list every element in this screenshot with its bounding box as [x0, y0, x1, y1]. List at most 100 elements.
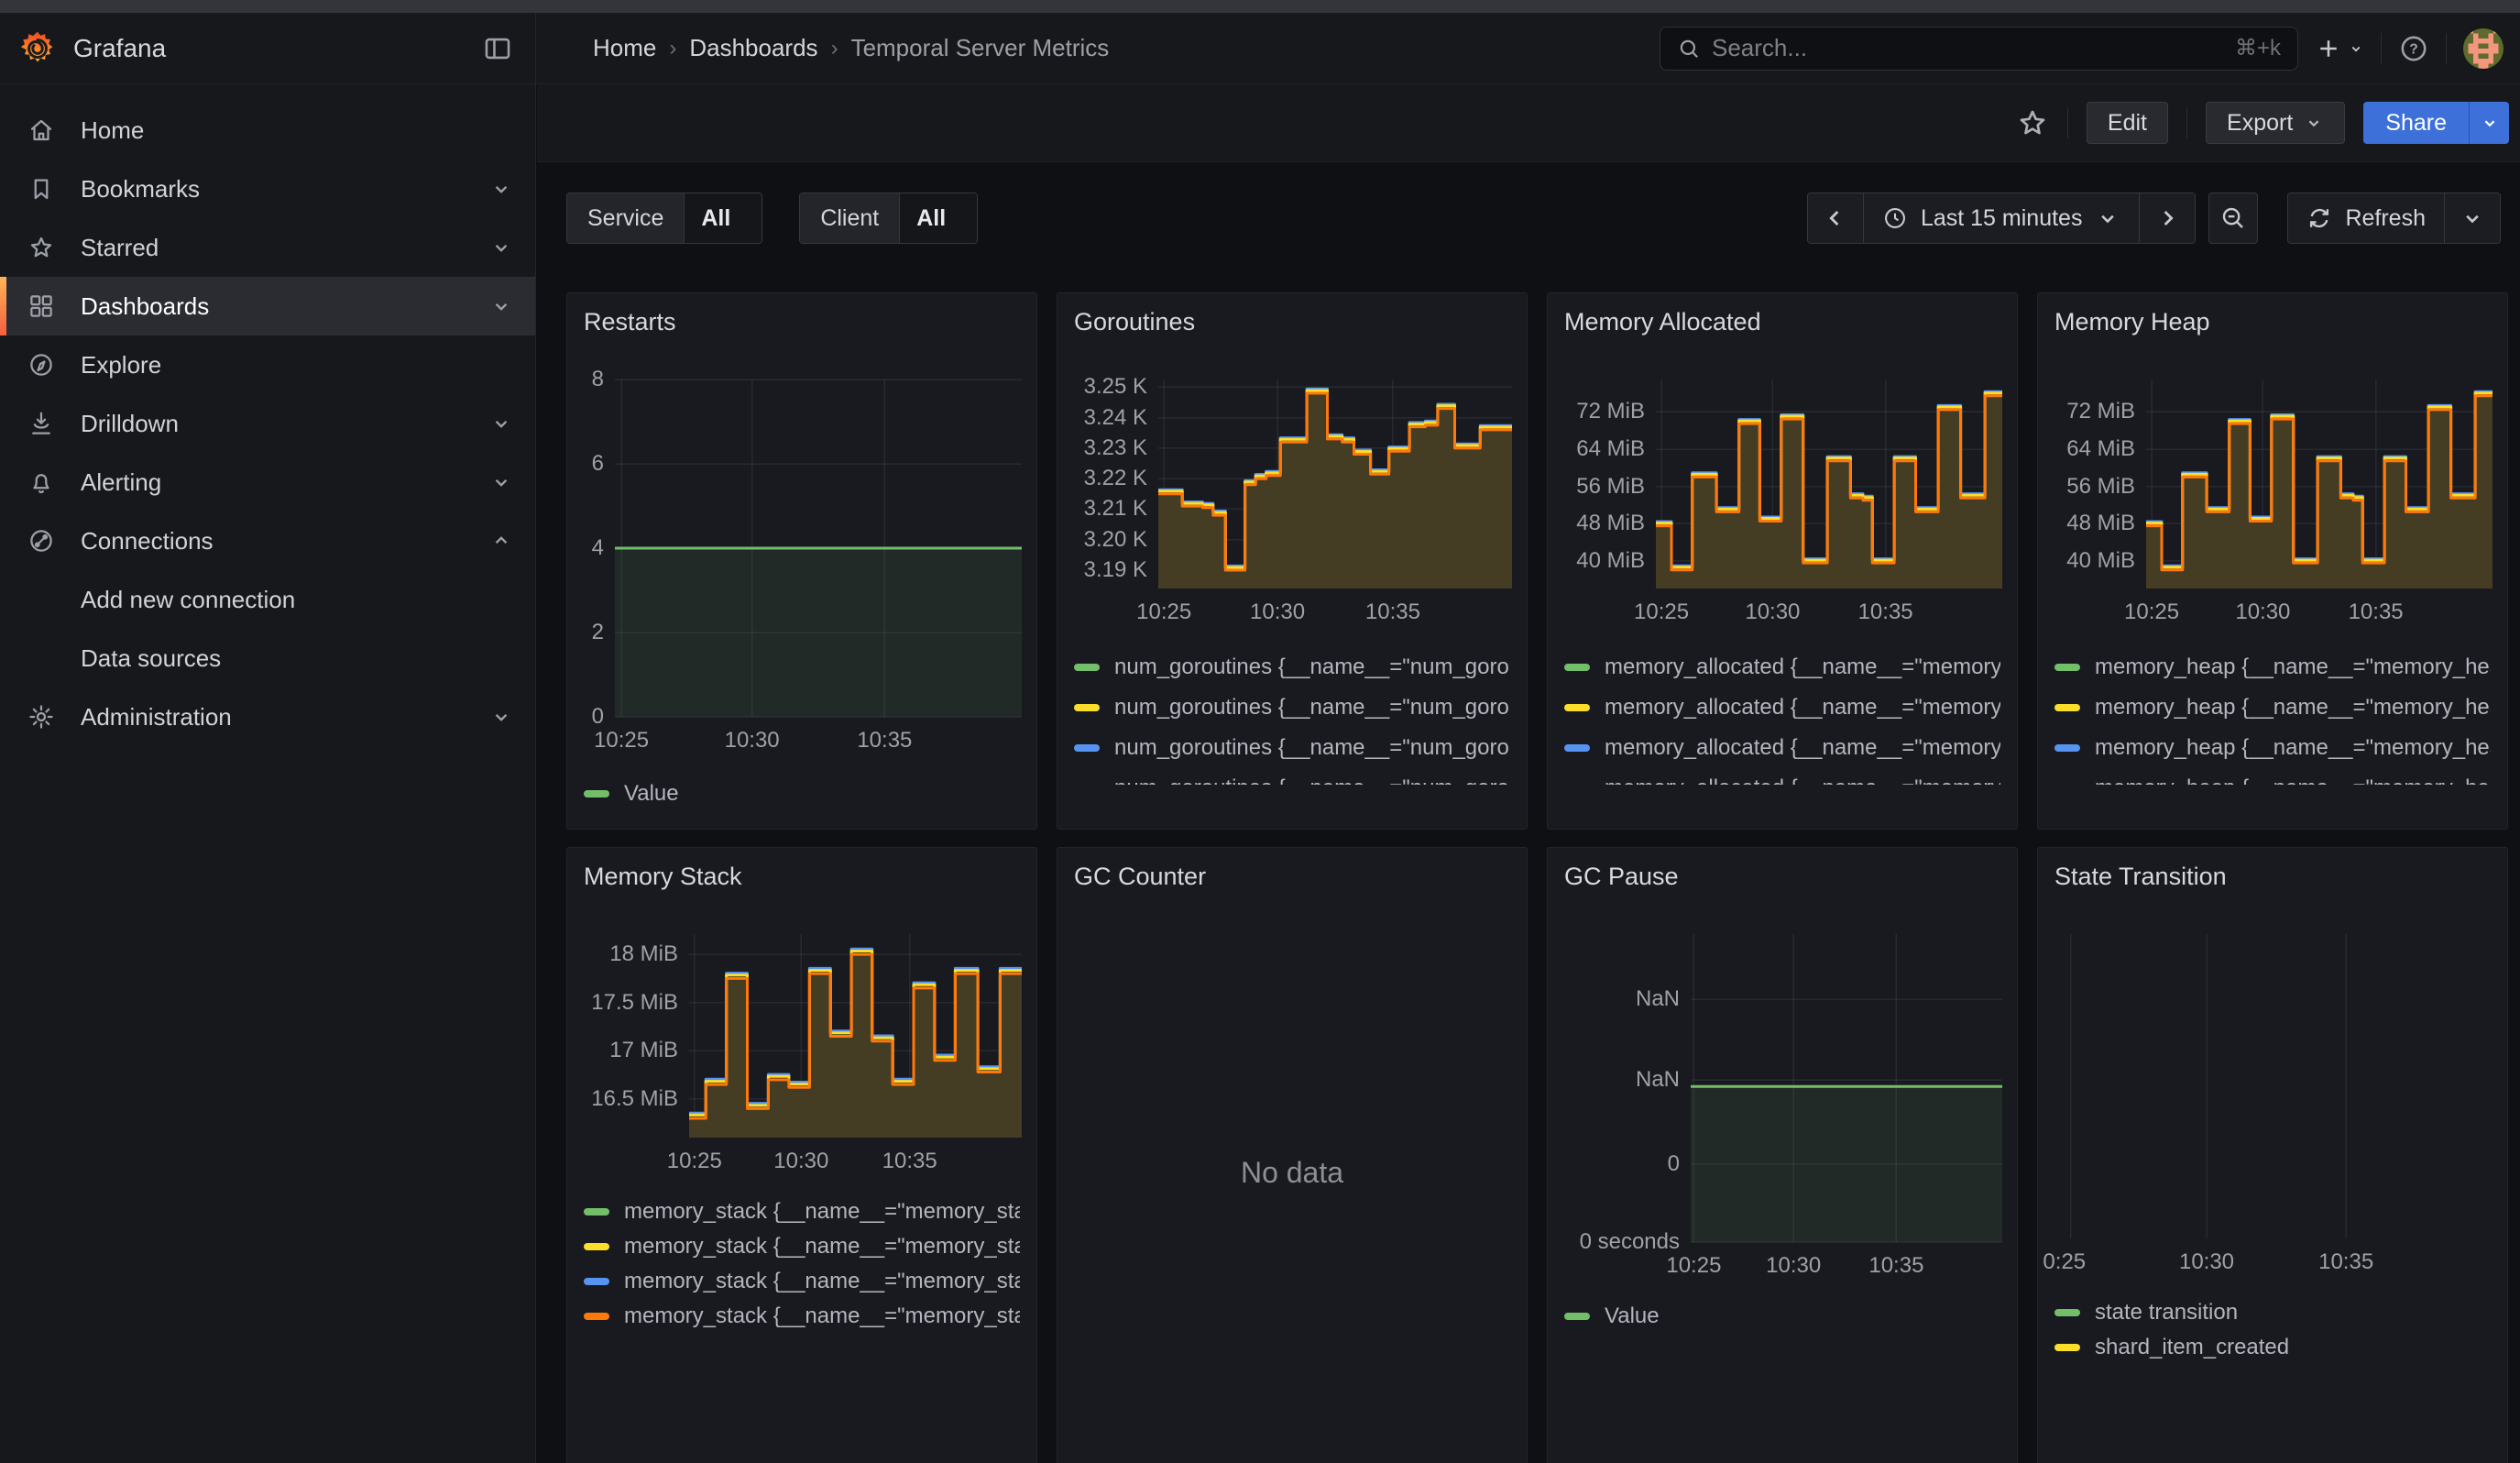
panel-title[interactable]: GC Counter — [1074, 861, 1510, 892]
sidebar-item-add-new-connection[interactable]: Add new connection — [0, 570, 535, 629]
zoom-out-button[interactable] — [2208, 192, 2258, 244]
time-range-picker[interactable]: Last 15 minutes — [1863, 193, 2140, 243]
panel-title[interactable]: Restarts — [584, 306, 1020, 337]
chevron-down-icon — [489, 412, 513, 435]
sidebar-item-label: Data sources — [81, 644, 513, 673]
legend-item[interactable]: memory_stack {__name__="memory_stack", o… — [584, 1229, 1020, 1264]
panel-title[interactable]: State Transition — [2054, 861, 2491, 892]
collapse-sidebar-icon[interactable] — [482, 33, 513, 64]
search-input[interactable]: Search... ⌘+k — [1660, 27, 2298, 71]
chart-plot[interactable] — [689, 934, 1022, 1138]
legend-item[interactable]: num_goroutines {__name__="num_goroutines… — [1074, 688, 1510, 728]
legend-item[interactable]: shard_item_created — [2054, 1330, 2491, 1365]
sidebar-item-data-sources[interactable]: Data sources — [0, 629, 535, 688]
panel-title[interactable]: Goroutines — [1074, 306, 1510, 337]
panel-title[interactable]: Memory Stack — [584, 861, 1020, 892]
y-axis-tick-label: 17.5 MiB — [584, 990, 678, 1016]
refresh-interval-dropdown[interactable] — [2444, 193, 2500, 243]
sidebar-item-connections[interactable]: Connections — [0, 512, 535, 570]
panel-state-transition: State Transition 0:2510:3010:35 state tran… — [2037, 847, 2508, 1463]
star-dashboard-icon[interactable] — [2016, 106, 2049, 139]
chart-plot[interactable] — [1691, 934, 2002, 1242]
help-button[interactable]: ? — [2398, 33, 2429, 64]
chart-plot[interactable] — [1656, 380, 2002, 588]
sidebar-item-label: Dashboards — [81, 292, 489, 321]
legend-series-label: memory_heap {__name__="memory_heap", ote… — [2095, 735, 2491, 761]
sidebar-item-bookmarks[interactable]: Bookmarks — [0, 160, 535, 218]
variable-value[interactable]: All — [684, 193, 761, 243]
legend-series-label: num_goroutines {__name__="num_goroutines… — [1114, 654, 1510, 680]
chart-area[interactable]: 0:2510:3010:35 — [2038, 934, 2507, 1279]
breadcrumb-item[interactable]: Dashboards — [689, 34, 817, 62]
legend-item[interactable]: memory_allocated {__name__="memory_alloc… — [1564, 728, 2000, 768]
chart-plot[interactable] — [1158, 380, 1512, 588]
legend-item[interactable]: num_goroutines {__name__="num_goroutines… — [1074, 728, 1510, 768]
legend-item[interactable]: memory_allocated {__name__="memory_alloc… — [1564, 768, 2000, 785]
legend-item[interactable]: Value — [584, 774, 1020, 814]
user-avatar[interactable] — [2463, 28, 2504, 69]
chart-area[interactable]: 8642010:2510:3010:35 — [584, 380, 1020, 757]
export-button[interactable]: Export — [2206, 102, 2345, 144]
chart-plot[interactable] — [2146, 380, 2493, 588]
breadcrumb-item[interactable]: Home — [593, 34, 656, 62]
chart-plot[interactable] — [615, 380, 1022, 717]
legend-item[interactable]: state transition — [2054, 1295, 2491, 1330]
legend-item[interactable]: memory_heap {__name__="memory_heap", ote… — [2054, 688, 2491, 728]
share-button[interactable]: Share — [2363, 102, 2509, 144]
legend-series-label: state transition — [2095, 1300, 2238, 1326]
refresh-button[interactable]: Refresh — [2288, 193, 2444, 243]
panel-gc-pause: GC Pause NaNNaN00 seconds10:2510:3010:35 V… — [1547, 847, 2018, 1463]
legend-item[interactable]: memory_allocated {__name__="memory_alloc… — [1564, 688, 2000, 728]
panel-title[interactable]: GC Pause — [1564, 861, 2000, 892]
x-axis-tick-label: 10:35 — [2318, 1249, 2373, 1275]
panel-title[interactable]: Memory Heap — [2054, 306, 2491, 337]
x-axis-tick-label: 10:30 — [2235, 600, 2290, 625]
legend-series-label: memory_allocated {__name__="memory_alloc… — [1605, 735, 2000, 761]
sidebar-item-dashboards[interactable]: Dashboards — [0, 277, 535, 336]
legend-item[interactable]: memory_heap {__name__="memory_heap", ote… — [2054, 647, 2491, 688]
legend-item[interactable]: memory_heap {__name__="memory_heap", ote… — [2054, 768, 2491, 785]
sidebar-item-label: Explore — [81, 351, 513, 380]
variable-value[interactable]: All — [899, 193, 977, 243]
brand-name[interactable]: Grafana — [73, 34, 482, 63]
edit-button[interactable]: Edit — [2087, 102, 2168, 144]
legend-item[interactable]: num_goroutines {__name__="num_goroutines… — [1074, 768, 1510, 785]
legend-item[interactable]: memory_allocated {__name__="memory_alloc… — [1564, 647, 2000, 688]
sidebar-item-home[interactable]: Home — [0, 101, 535, 160]
y-axis-tick-label: 3.21 K — [1074, 496, 1147, 522]
sidebar-item-alerting[interactable]: Alerting — [0, 453, 535, 512]
dashboard-toolbar: Edit Export Share — [537, 84, 2520, 162]
chart-area[interactable]: NaNNaN00 seconds10:2510:3010:35 — [1564, 934, 2000, 1282]
legend-item[interactable]: memory_stack {__name__="memory_stack", o… — [584, 1264, 1020, 1299]
legend-item[interactable]: num_goroutines {__name__="num_goroutines… — [1074, 647, 1510, 688]
y-axis-tick-label: 6 — [584, 451, 604, 477]
legend-item[interactable]: Value — [1564, 1299, 2000, 1334]
sidebar-item-administration[interactable]: Administration — [0, 688, 535, 746]
add-new-button[interactable] — [2315, 35, 2364, 62]
time-shift-back-button[interactable] — [1808, 193, 1863, 243]
chart-plot[interactable] — [2038, 934, 2508, 1238]
y-axis-tick-label: NaN — [1564, 1067, 1680, 1093]
sidebar-item-explore[interactable]: Explore — [0, 336, 535, 394]
legend-item[interactable]: memory_heap {__name__="memory_heap", ote… — [2054, 728, 2491, 768]
sidebar-item-drilldown[interactable]: Drilldown — [0, 394, 535, 453]
share-dropdown-button[interactable] — [2469, 102, 2509, 144]
chart-area[interactable]: 72 MiB64 MiB56 MiB48 MiB40 MiB10:2510:30… — [2054, 380, 2491, 629]
chart-area[interactable]: 3.25 K3.24 K3.23 K3.22 K3.21 K3.20 K3.19… — [1074, 380, 1510, 629]
x-axis-tick-label: 10:25 — [667, 1149, 722, 1174]
x-axis-tick-label: 10:35 — [857, 728, 912, 754]
legend-item[interactable]: memory_stack {__name__="memory_stack", o… — [584, 1194, 1020, 1229]
chart-area[interactable]: 18 MiB17.5 MiB17 MiB16.5 MiB10:2510:3010… — [584, 934, 1020, 1178]
legend-item[interactable]: memory_stack {__name__="memory_stack", o… — [584, 1299, 1020, 1334]
legend-series-label: memory_stack {__name__="memory_stack", o… — [624, 1304, 1020, 1329]
panel-title[interactable]: Memory Allocated — [1564, 306, 2000, 337]
chart-area[interactable]: 72 MiB64 MiB56 MiB48 MiB40 MiB10:2510:30… — [1564, 380, 2000, 629]
refresh-group: Refresh — [2287, 192, 2501, 244]
time-shift-forward-button[interactable] — [2139, 193, 2195, 243]
question-circle-icon: ? — [2398, 33, 2429, 64]
sidebar-item-starred[interactable]: Starred — [0, 218, 535, 277]
chevron-down-icon — [2348, 40, 2364, 57]
client-variable-select[interactable]: ClientAll — [799, 192, 978, 244]
service-variable-select[interactable]: ServiceAll — [566, 192, 762, 244]
time-range-group: Last 15 minutes — [1807, 192, 2197, 244]
